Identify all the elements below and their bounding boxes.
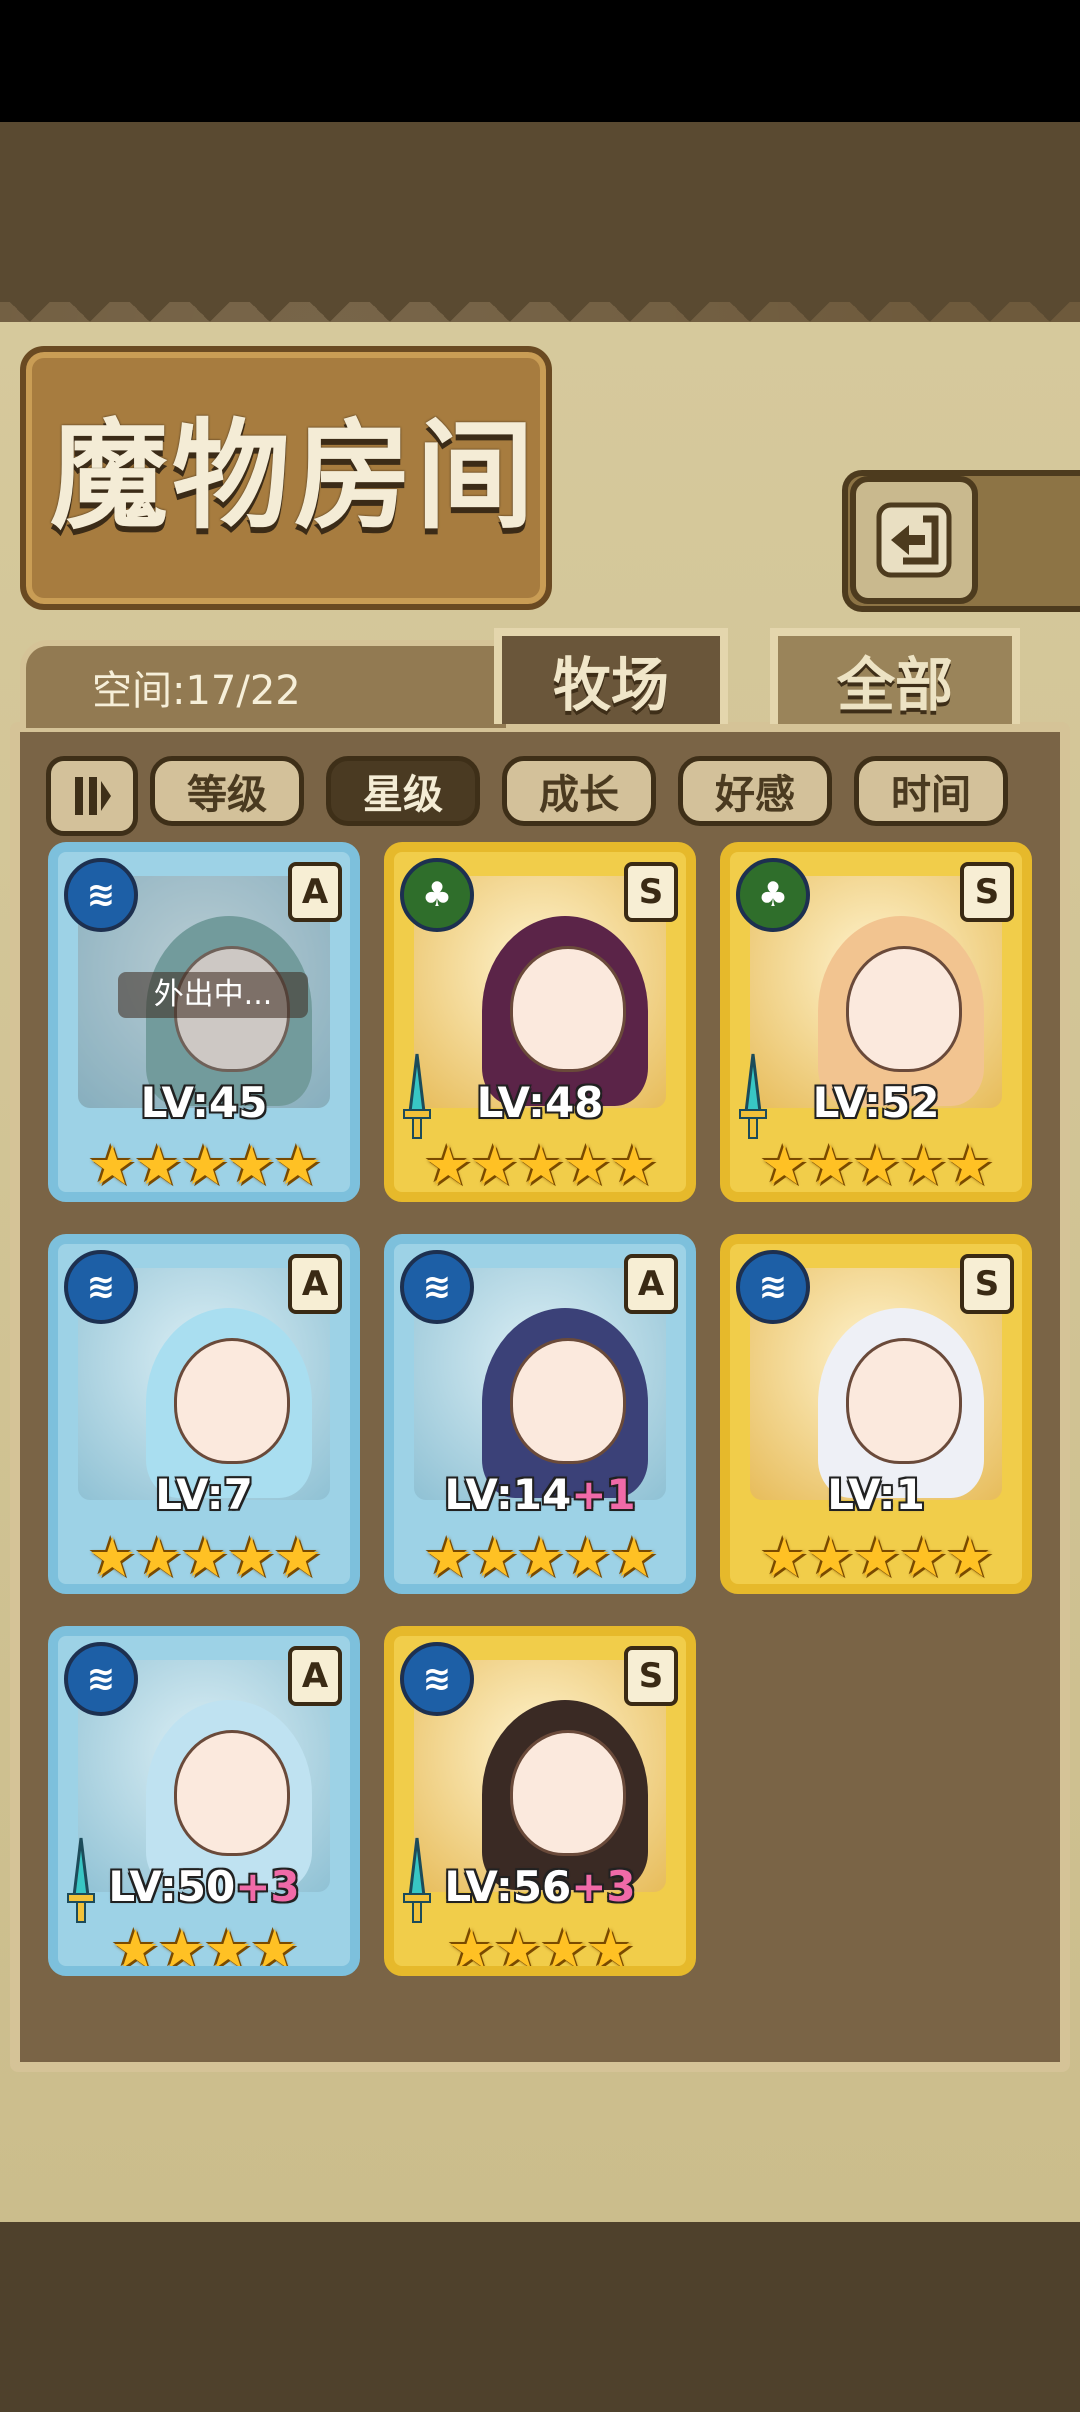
- level-label: LV:1: [730, 1470, 1022, 1519]
- sort-star-button[interactable]: 星级: [326, 756, 480, 826]
- level-value: LV:50: [108, 1862, 236, 1911]
- sort-level-button[interactable]: 等级: [150, 756, 304, 826]
- sort-time-button[interactable]: 时间: [854, 756, 1008, 826]
- sort-affection-button[interactable]: 好感: [678, 756, 832, 826]
- level-value: LV:52: [812, 1078, 940, 1127]
- water-element-icon: ≋: [64, 1250, 138, 1324]
- monster-card[interactable]: ≋ A LV:50+3 ★★★★: [48, 1626, 360, 1976]
- face-shape: [510, 1730, 626, 1856]
- star-rating: ★★★★★: [759, 1134, 994, 1197]
- tab-all[interactable]: 全部: [770, 628, 1020, 724]
- sort-order-icon: [75, 777, 111, 815]
- star-rating: ★★★★★: [423, 1134, 658, 1197]
- star-rating: ★★★★: [111, 1918, 299, 1976]
- water-element-icon: ≋: [64, 858, 138, 932]
- monster-card[interactable]: ♣ S LV:48 ★★★★★: [384, 842, 696, 1202]
- level-label: LV:48: [394, 1078, 686, 1127]
- level-label: LV:7: [58, 1470, 350, 1519]
- monster-card[interactable]: ♣ S LV:52 ★★★★★: [720, 842, 1032, 1202]
- space-counter: 空间:17/22: [92, 668, 301, 714]
- leaf-element-icon: ♣: [400, 858, 474, 932]
- face-shape: [510, 946, 626, 1072]
- monster-card[interactable]: 外出中... ≋ A LV:45 ★★★★★: [48, 842, 360, 1202]
- rank-badge: A: [288, 1646, 342, 1706]
- level-bonus: +3: [571, 1862, 636, 1911]
- rank-badge: A: [288, 1254, 342, 1314]
- water-element-icon: ≋: [400, 1250, 474, 1324]
- rank-badge: A: [288, 862, 342, 922]
- water-element-icon: ≋: [64, 1642, 138, 1716]
- level-bonus: +1: [571, 1470, 636, 1519]
- star-rating: ★★★★: [447, 1918, 635, 1976]
- monster-card[interactable]: ≋ A LV:7 ★★★★★: [48, 1234, 360, 1594]
- bottom-band: [0, 2222, 1080, 2412]
- face-shape: [846, 1338, 962, 1464]
- tab-ranch[interactable]: 牧场: [494, 628, 728, 724]
- status-bar: [0, 0, 1080, 122]
- level-value: LV:56: [444, 1862, 572, 1911]
- face-shape: [174, 1338, 290, 1464]
- star-rating: ★★★★★: [423, 1526, 658, 1589]
- away-status: 外出中...: [118, 972, 308, 1018]
- sort-growth-button[interactable]: 成长: [502, 756, 656, 826]
- level-label: LV:50+3: [58, 1862, 350, 1911]
- leaf-element-icon: ♣: [736, 858, 810, 932]
- rank-badge: S: [960, 862, 1014, 922]
- water-element-icon: ≋: [736, 1250, 810, 1324]
- level-value: LV:48: [476, 1078, 604, 1127]
- back-button[interactable]: [850, 476, 978, 604]
- top-band: [0, 122, 1080, 302]
- level-value: LV:7: [155, 1470, 253, 1519]
- page-title: 魔物房间: [50, 407, 539, 545]
- rank-badge: S: [624, 1646, 678, 1706]
- water-element-icon: ≋: [400, 1642, 474, 1716]
- level-label: LV:56+3: [394, 1862, 686, 1911]
- monster-card[interactable]: ≋ A LV:14+1 ★★★★★: [384, 1234, 696, 1594]
- level-value: LV:14: [444, 1470, 572, 1519]
- sort-toggle-button[interactable]: [46, 756, 138, 836]
- rank-badge: S: [624, 862, 678, 922]
- level-label: LV:45: [58, 1078, 350, 1127]
- level-value: LV:45: [140, 1078, 268, 1127]
- star-rating: ★★★★★: [87, 1526, 322, 1589]
- monster-card[interactable]: ≋ S LV:1 ★★★★★: [720, 1234, 1032, 1594]
- level-label: LV:14+1: [394, 1470, 686, 1519]
- level-bonus: +3: [235, 1862, 300, 1911]
- rank-badge: A: [624, 1254, 678, 1314]
- face-shape: [846, 946, 962, 1072]
- face-shape: [174, 1730, 290, 1856]
- level-value: LV:1: [827, 1470, 925, 1519]
- monster-grid: 外出中... ≋ A LV:45 ★★★★★ ♣ S LV:48 ★★★★★ ♣…: [48, 842, 1038, 2022]
- level-label: LV:52: [730, 1078, 1022, 1127]
- face-shape: [510, 1338, 626, 1464]
- rank-badge: S: [960, 1254, 1014, 1314]
- star-rating: ★★★★★: [87, 1134, 322, 1197]
- star-rating: ★★★★★: [759, 1526, 994, 1589]
- monster-card[interactable]: ≋ S LV:56+3 ★★★★: [384, 1626, 696, 1976]
- back-arrow-icon: [876, 502, 952, 578]
